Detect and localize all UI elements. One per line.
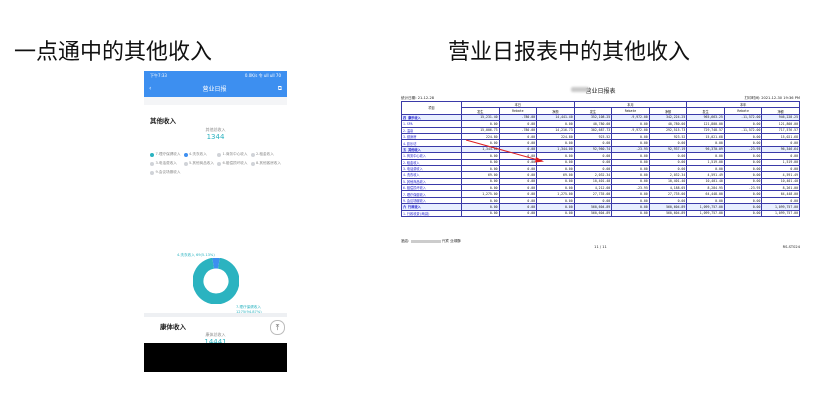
legend-label: 4.洗衣收入 bbox=[189, 152, 207, 156]
legend-item[interactable]: 4.洗衣收入 bbox=[183, 152, 218, 157]
legend-dot-icon bbox=[183, 161, 188, 166]
other-income-total-value: 1344 bbox=[206, 133, 225, 141]
other-income-title: 其他收入 bbox=[150, 117, 176, 125]
legend-item[interactable]: 6.赔偿损坏收入 bbox=[217, 161, 251, 166]
legend-label: 8.其他客房收入 bbox=[256, 161, 281, 165]
legend-dot-icon bbox=[183, 152, 188, 157]
legend-item[interactable]: 7.理疗保健收入 bbox=[150, 152, 184, 157]
nav-title: 营业日报 bbox=[202, 86, 227, 93]
red-arrow-annotation bbox=[465, 139, 544, 163]
annotation-laundry: 4.洗衣收入 69(5.13%) bbox=[177, 253, 215, 257]
phone-screenshot: 下午7:33 0.0K/s 令 ull ull 70 ‹ 营业日报 ⧉ 其他收入… bbox=[144, 71, 287, 372]
left-caption: 一点通中的其他收入 bbox=[14, 40, 213, 65]
status-icons: 0.0K/s 令 ull ull 70 bbox=[244, 72, 281, 78]
donut-chart bbox=[193, 258, 239, 304]
legend-item[interactable]: 9.会议场服收入 bbox=[150, 170, 184, 175]
legend-item[interactable]: 2.租金收入 bbox=[250, 152, 285, 157]
legend-label: 5.其他商品收入 bbox=[189, 161, 214, 165]
legend-dot-icon bbox=[150, 161, 154, 166]
legend-label: 2.租金收入 bbox=[256, 152, 274, 156]
legend-dot-icon bbox=[150, 170, 154, 175]
legend-label: 3.电话费收入 bbox=[155, 161, 177, 165]
legend-item[interactable]: 5.其他商品收入 bbox=[183, 161, 218, 166]
legend-label: 7.理疗保健收入 bbox=[155, 152, 181, 156]
status-bar: 下午7:33 0.0K/s 令 ull ull 70 bbox=[144, 71, 287, 80]
status-time: 下午7:33 bbox=[150, 72, 167, 78]
legend-item[interactable]: 8.其他客房收入 bbox=[250, 161, 285, 166]
legend-label: 9.会议场服收入 bbox=[155, 170, 181, 174]
legend-dot-icon bbox=[217, 152, 221, 157]
legend-label: 1.商务中心收入 bbox=[222, 152, 248, 156]
nav-bar: ‹ 营业日报 ⧉ bbox=[144, 80, 287, 97]
legend-dot-icon bbox=[250, 161, 255, 166]
kangti-title: 康体收入 bbox=[160, 323, 186, 331]
chart-legend: 7.理疗保健收入 4.洗衣收入 1.商务中心收入 2.租金收入 3.电话费收入 5.其他商… bbox=[150, 152, 284, 175]
phone-nav-bar bbox=[144, 343, 287, 372]
legend-dot-icon bbox=[250, 152, 255, 157]
right-caption: 营业日报表中的其他收入 bbox=[448, 40, 691, 65]
legend-label: 6.赔偿损坏收入 bbox=[222, 161, 248, 165]
share-icon[interactable]: ⧉ bbox=[278, 85, 282, 93]
legend-dot-icon bbox=[217, 161, 221, 166]
legend-item[interactable]: 1.商务中心收入 bbox=[217, 152, 251, 157]
back-to-top-button[interactable]: ⤒ bbox=[270, 320, 285, 335]
donut-slice[interactable] bbox=[193, 258, 239, 304]
legend-dot-icon bbox=[150, 152, 154, 157]
legend-item[interactable]: 3.电话费收入 bbox=[150, 161, 184, 166]
